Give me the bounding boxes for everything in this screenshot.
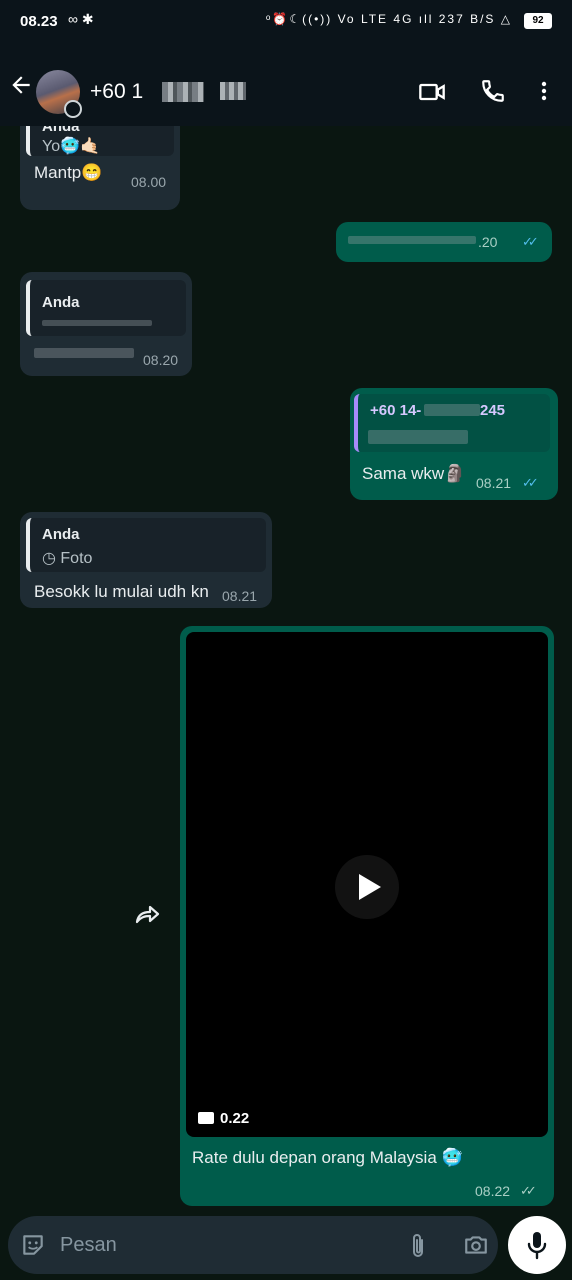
message-text: Mantp😁 (34, 163, 103, 182)
quote-text: Yo🥶🤙🏻 (42, 138, 100, 155)
quote-author: +60 14- (370, 402, 422, 419)
message-text: Rate dulu depan orang Malaysia 🥶 (192, 1148, 463, 1167)
quoted-message[interactable]: +60 14- 245 (354, 394, 550, 452)
message-time: .20 (478, 234, 498, 250)
redacted-text (348, 236, 476, 244)
disappearing-timer-icon (64, 100, 82, 118)
video-thumbnail[interactable]: 0.22 (186, 632, 548, 1137)
message-time: 08.00 (131, 174, 167, 190)
video-camera-icon (198, 1112, 214, 1124)
message-bubble-outgoing-video[interactable]: 0.22 Rate dulu depan orang Malaysia 🥶 08… (180, 626, 554, 1206)
play-button[interactable] (335, 855, 399, 919)
message-bubble-incoming[interactable]: Anda 08.20 (20, 272, 192, 376)
forward-icon[interactable] (134, 902, 162, 926)
chat-header: +60 1 (0, 44, 572, 126)
chat-area[interactable]: Anda Yo🥶🤙🏻 Mantp😁 08.00 .20 ✓✓ Anda 08.2… (0, 126, 572, 1216)
attach-icon[interactable] (406, 1232, 430, 1260)
message-input-bar[interactable]: Pesan (8, 1216, 498, 1274)
redacted-number (162, 82, 204, 102)
more-vert-icon[interactable] (532, 78, 556, 104)
contact-name[interactable]: +60 1 (90, 80, 143, 104)
status-bar: 08.23 ∞ ✱ ᵒ⏰☾((•)) Vo LTE 4G ıll 237 B/S… (0, 0, 572, 44)
message-bubble-outgoing[interactable]: .20 ✓✓ (336, 222, 552, 262)
quote-author-end: 245 (480, 402, 506, 419)
status-right-icons: ᵒ⏰☾((•)) Vo LTE 4G ıll 237 B/S △ (265, 12, 512, 26)
redacted-text (34, 348, 134, 358)
message-bubble-incoming[interactable]: Anda Yo🥶🤙🏻 Mantp😁 08.00 (20, 126, 180, 210)
video-call-icon[interactable] (418, 78, 446, 106)
message-text: Sama wkw🗿 (362, 464, 466, 483)
quote-author: Anda (42, 294, 80, 311)
quote-text: ◷ Foto (42, 550, 93, 567)
status-time: 08.23 (20, 13, 58, 30)
redacted-text (368, 430, 468, 444)
phone-icon[interactable] (480, 78, 506, 104)
message-time: 08.22 (475, 1183, 511, 1199)
mic-icon (525, 1230, 549, 1260)
message-time: 08.21 (476, 475, 512, 491)
battery-icon: 92 (524, 13, 552, 29)
message-bubble-incoming[interactable]: Anda ◷ Foto Besokk lu mulai udh kn 08.21 (20, 512, 272, 608)
quoted-message[interactable]: Anda ◷ Foto (26, 518, 266, 572)
redacted-number-2 (220, 82, 246, 100)
video-duration: 0.22 (198, 1110, 249, 1127)
delivered-ticks-icon: ✓✓ (520, 1183, 537, 1198)
back-arrow-icon[interactable] (8, 72, 34, 98)
message-bubble-outgoing[interactable]: +60 14- 245 Sama wkw🗿 08.21 ✓✓ (350, 388, 558, 500)
camera-icon[interactable] (462, 1232, 490, 1258)
quoted-message[interactable]: Anda (26, 280, 186, 336)
read-ticks-icon: ✓✓ (522, 475, 539, 490)
status-left-icons: ∞ ✱ (68, 11, 94, 27)
redacted-text (42, 320, 152, 326)
video-duration-text: 0.22 (220, 1110, 250, 1127)
quote-author: Anda (42, 126, 80, 135)
voice-message-button[interactable] (508, 1216, 566, 1274)
message-time: 08.20 (143, 352, 179, 368)
message-text: Besokk lu mulai udh kn (34, 582, 209, 601)
message-input[interactable]: Pesan (60, 1234, 117, 1257)
sticker-icon[interactable] (20, 1232, 46, 1258)
message-time: 08.21 (222, 588, 258, 604)
redacted-number (424, 404, 480, 416)
quote-author: Anda (42, 526, 80, 543)
quoted-message[interactable]: Anda Yo🥶🤙🏻 (26, 126, 174, 156)
read-ticks-icon: ✓✓ (522, 234, 539, 249)
